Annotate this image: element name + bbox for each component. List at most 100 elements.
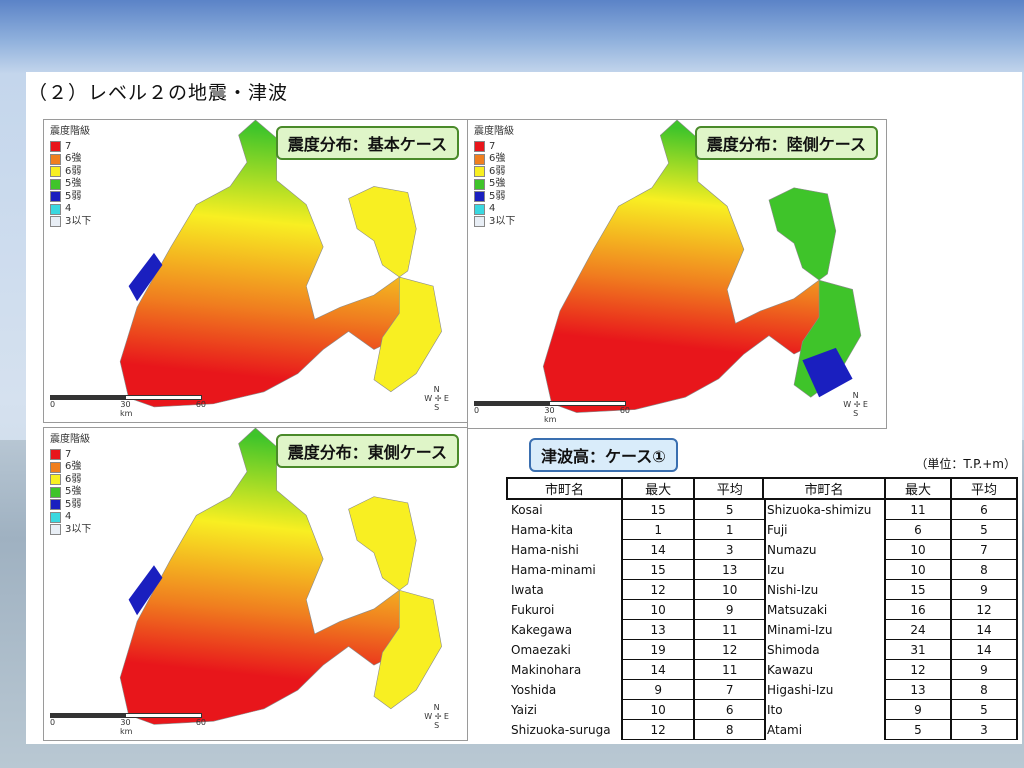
- scale-tick-label: 60: [195, 718, 206, 727]
- avg-height: 5: [950, 699, 1018, 720]
- legend-swatch: [474, 191, 485, 203]
- legend-swatch: [50, 166, 61, 178]
- table-row: Hama-minami 15 13: [507, 559, 766, 580]
- avg-height: 9: [950, 579, 1018, 600]
- legend-label: 7: [489, 140, 496, 152]
- avg-height: 8: [950, 559, 1018, 580]
- map-region: [542, 120, 828, 413]
- legend-swatch: [50, 153, 61, 165]
- avg-height: 1: [693, 519, 766, 540]
- tsunami-case-title: 津波高：ケース①: [529, 438, 678, 472]
- max-height: 19: [620, 639, 696, 660]
- max-height: 15: [620, 499, 696, 520]
- legend-label: 5強: [65, 486, 82, 497]
- legend-swatch: [474, 178, 485, 190]
- legend-swatch: [50, 203, 61, 215]
- legend-swatch: [50, 474, 61, 486]
- table-row: Kosai 15 5: [507, 499, 766, 520]
- max-height: 12: [620, 719, 696, 740]
- column-header-city: 市町名: [762, 477, 886, 500]
- scale-tick-label: 30: [544, 406, 555, 415]
- max-height: 15: [884, 579, 952, 600]
- legend-item: 7: [50, 449, 91, 462]
- scale-tick-label: 0: [50, 400, 56, 409]
- city-name: Hama-kita: [511, 522, 574, 537]
- avg-height: 11: [693, 659, 766, 680]
- city-name: Iwata: [511, 582, 544, 597]
- city-name: Izu: [767, 562, 785, 577]
- avg-height: 14: [950, 639, 1018, 660]
- legend-label: 4: [489, 203, 496, 214]
- avg-height: 13: [693, 559, 766, 580]
- map-region: [348, 496, 417, 591]
- max-height: 13: [620, 619, 696, 640]
- shizuoka-map-graphic: [509, 120, 862, 413]
- scale-tick-label: 60: [619, 406, 630, 415]
- avg-height: 9: [950, 659, 1018, 680]
- legend-label: 7: [65, 448, 72, 460]
- legend-item: 5弱: [50, 191, 91, 204]
- lake-hamana: [86, 369, 112, 391]
- legend-title: 震度階級: [50, 434, 90, 445]
- table-row: Minami-Izu 24 14: [763, 619, 1018, 640]
- tsunami-table-right: 市町名 最大 平均 Shizuoka-shimizu 11 6 Fuji 6 5 Numaz…: [762, 477, 1018, 740]
- legend-item: 6弱: [50, 474, 91, 487]
- city-name: Higashi-Izu: [767, 682, 834, 697]
- column-header-max: 最大: [884, 477, 952, 500]
- scale-tick-label: 0: [474, 406, 480, 415]
- legend-swatch: [50, 141, 61, 153]
- legend-label: 4: [65, 203, 72, 214]
- table-row: Shimoda 31 14: [763, 639, 1018, 660]
- city-name: Atami: [767, 722, 803, 737]
- city-name: Nishi-Izu: [767, 582, 819, 597]
- avg-height: 6: [693, 699, 766, 720]
- avg-height: 10: [693, 579, 766, 600]
- compass-icon: NW ✢ ES: [424, 385, 449, 412]
- city-name: Hama-minami: [511, 562, 596, 577]
- map-title: 震度分布：東側ケース: [275, 434, 459, 468]
- legend-label: 6弱: [65, 473, 82, 485]
- legend-label: 3以下: [65, 215, 92, 227]
- scale-tick-label: 30: [120, 400, 131, 409]
- max-height: 12: [620, 579, 696, 600]
- legend-item: 7: [474, 141, 515, 154]
- column-header-avg: 平均: [693, 477, 766, 500]
- table-row: Makinohara 14 11: [507, 659, 766, 680]
- avg-height: 12: [950, 599, 1018, 620]
- legend-swatch: [474, 216, 485, 228]
- legend-item: 5弱: [50, 499, 91, 512]
- table-row: Numazu 10 7: [763, 539, 1018, 560]
- legend-label: 6弱: [489, 165, 506, 177]
- legend-item: 7: [50, 141, 91, 154]
- table-row: Omaezaki 19 12: [507, 639, 766, 660]
- max-height: 24: [884, 619, 952, 640]
- legend-label: 5強: [489, 178, 506, 189]
- avg-height: 7: [693, 679, 766, 700]
- max-height: 11: [884, 499, 952, 520]
- legend-item: 6弱: [50, 166, 91, 179]
- city-name: Numazu: [767, 542, 817, 557]
- scale-tick-label: 60: [195, 400, 206, 409]
- shizuoka-map-graphic: [86, 428, 442, 725]
- legend-label: 6強: [65, 461, 82, 472]
- map-title: 震度分布：基本ケース: [275, 126, 459, 160]
- legend-swatch: [474, 203, 485, 215]
- legend-item: 6弱: [474, 166, 515, 179]
- avg-height: 14: [950, 619, 1018, 640]
- legend-label: 6弱: [65, 165, 82, 177]
- legend-label: 5弱: [65, 190, 82, 202]
- intensity-legend: 震度階級 7 6強 6弱 5強 5弱 4 3以下: [474, 126, 515, 228]
- tsunami-table-left: 市町名 最大 平均 Kosai 15 5 Hama-kita 1 1 Hama-nishi 1…: [506, 477, 766, 740]
- table-row: Fukuroi 10 9: [507, 599, 766, 620]
- city-name: Matsuzaki: [767, 602, 828, 617]
- city-name: Fuji: [767, 522, 788, 537]
- table-row: Hama-nishi 14 3: [507, 539, 766, 560]
- scale-bar: 0 30 60 km: [474, 401, 630, 424]
- legend-item: 5強: [50, 178, 91, 191]
- avg-height: 5: [950, 519, 1018, 540]
- map-region: [348, 186, 417, 278]
- city-name: Omaezaki: [511, 642, 571, 657]
- legend-swatch: [50, 486, 61, 498]
- max-height: 10: [884, 559, 952, 580]
- max-height: 6: [884, 519, 952, 540]
